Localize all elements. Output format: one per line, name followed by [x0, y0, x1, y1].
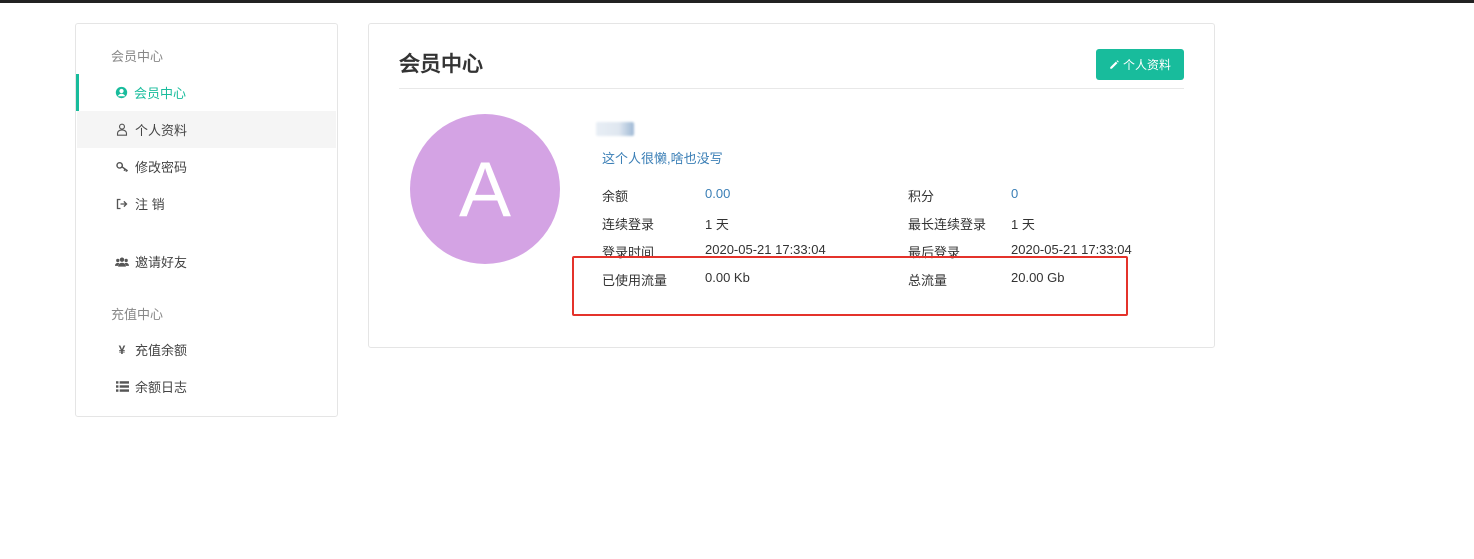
- sidebar-item-label: 邀请好友: [135, 255, 188, 270]
- points-value[interactable]: 0: [1011, 186, 1018, 201]
- sidebar-item-label: 注 销: [135, 197, 165, 212]
- consecutive-login-label: 连续登录: [602, 217, 655, 232]
- sidebar-item-recharge-balance[interactable]: ¥ 充值余额: [77, 331, 336, 368]
- profile-button[interactable]: 个人资料: [1096, 49, 1184, 80]
- longest-login-value: 1 天: [1011, 217, 1035, 232]
- sidebar-item-change-password[interactable]: 修改密码: [77, 148, 336, 185]
- users-icon: [115, 256, 129, 268]
- sidebar-item-balance-log[interactable]: 余额日志: [77, 368, 336, 405]
- divider: [399, 88, 1184, 89]
- longest-login-label: 最长连续登录: [908, 217, 987, 232]
- sidebar-item-label: 个人资料: [135, 123, 188, 138]
- yen-icon: ¥: [118, 342, 126, 357]
- sidebar-item-member-center[interactable]: 会员中心: [76, 74, 335, 111]
- consecutive-login-value: 1 天: [705, 217, 729, 232]
- key-icon: [115, 161, 129, 173]
- pencil-icon: [1109, 59, 1119, 70]
- last-login-value: 2020-05-21 17:33:04: [1011, 242, 1132, 257]
- sidebar-item-label: 充值余额: [135, 343, 188, 358]
- sign-out-icon: [115, 198, 129, 210]
- balance-value[interactable]: 0.00: [705, 186, 730, 201]
- sidebar: 会员中心 会员中心 个人资料 修改密码 注 销 邀请好友 充值中心 ¥ 充值余额: [75, 23, 338, 417]
- points-label: 积分: [908, 189, 935, 204]
- sidebar-heading-recharge: 充值中心: [111, 307, 164, 322]
- avatar: A: [410, 114, 560, 264]
- list-icon: [115, 381, 129, 392]
- user-circle-icon: [114, 86, 128, 99]
- sidebar-heading-member: 会员中心: [111, 49, 164, 64]
- sidebar-item-label: 修改密码: [135, 160, 188, 175]
- balance-label: 余额: [602, 189, 629, 204]
- sidebar-item-invite[interactable]: 邀请好友: [77, 243, 336, 280]
- bio-link[interactable]: 这个人很懒,啥也没写: [602, 148, 723, 167]
- sidebar-item-label: 余额日志: [135, 380, 188, 395]
- top-border: [0, 0, 1474, 3]
- sidebar-item-label: 会员中心: [134, 86, 187, 101]
- profile-button-label: 个人资料: [1122, 58, 1171, 72]
- page-title: 会员中心: [399, 53, 483, 76]
- sidebar-item-logout[interactable]: 注 销: [77, 185, 336, 222]
- sidebar-item-profile[interactable]: 个人资料: [77, 111, 336, 148]
- user-outline-icon: [115, 123, 129, 136]
- username-redacted: [596, 122, 634, 136]
- highlight-annotation-box: [572, 256, 1128, 316]
- login-time-value: 2020-05-21 17:33:04: [705, 242, 826, 257]
